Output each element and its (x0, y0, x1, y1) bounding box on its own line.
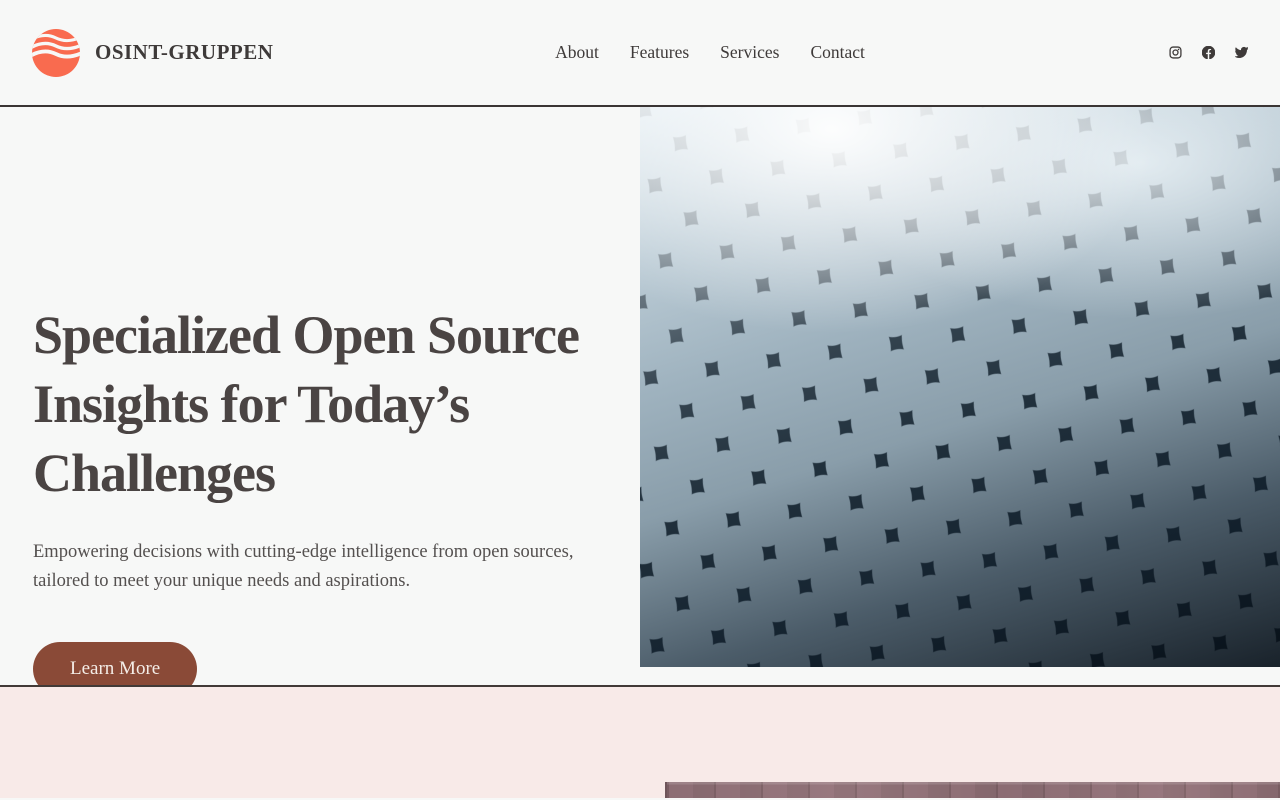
brand-name: OSINT-GRUPPEN (95, 40, 274, 64)
nav-item-services[interactable]: Services (720, 42, 779, 63)
lower-section (0, 685, 1280, 798)
instagram-icon[interactable] (1169, 46, 1182, 59)
twitter-icon[interactable] (1235, 46, 1248, 59)
nav-item-about[interactable]: About (555, 42, 599, 63)
mauve-panel-image (665, 782, 1280, 798)
hero-heading: Specialized Open Source Insights for Tod… (33, 301, 613, 508)
site-header: OSINT-GRUPPEN About Features Services Co… (0, 0, 1280, 107)
brand-logo-icon (32, 28, 80, 77)
lighting-overlay (640, 107, 1280, 667)
hero-heading-line-2: Insights for Today’s (33, 374, 470, 434)
nav-item-features[interactable]: Features (630, 42, 689, 63)
nav-item-contact[interactable]: Contact (810, 42, 864, 63)
hero-heading-line-3: Challenges (33, 443, 276, 503)
brand[interactable]: OSINT-GRUPPEN (32, 28, 415, 77)
hero-heading-line-1: Specialized Open Source (33, 305, 580, 365)
hero-text-block: Specialized Open Source Insights for Tod… (33, 301, 613, 696)
social-links (865, 46, 1248, 59)
facebook-icon[interactable] (1202, 46, 1215, 59)
hero-section: Specialized Open Source Insights for Tod… (0, 107, 1280, 696)
hero-image-discs-facade (640, 107, 1280, 667)
hero-description: Empowering decisions with cutting-edge i… (33, 542, 574, 591)
main-nav: About Features Services Contact (555, 42, 865, 63)
